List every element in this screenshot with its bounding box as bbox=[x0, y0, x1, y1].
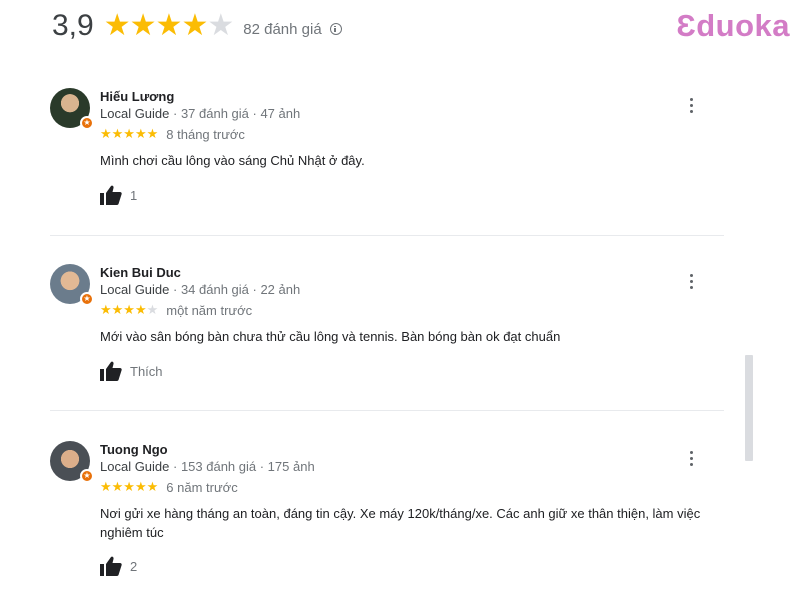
avatar[interactable]: ★ bbox=[50, 88, 94, 130]
avatar[interactable]: ★ bbox=[50, 264, 94, 306]
review-time: 6 năm trước bbox=[166, 479, 238, 495]
more-options-icon[interactable] bbox=[690, 98, 694, 114]
star-icon: ★ bbox=[129, 9, 157, 42]
star-icon: ★ bbox=[181, 9, 208, 42]
review-text: Mình chơi cầu lông vào sáng Chủ Nhật ở đ… bbox=[100, 153, 365, 168]
more-options-icon[interactable] bbox=[690, 274, 694, 290]
local-guide-label: Local Guide bbox=[100, 106, 170, 121]
scrollbar-thumb[interactable] bbox=[745, 355, 753, 461]
local-guide-badge-icon: ★ bbox=[80, 469, 94, 483]
reviewer-stats: · 153 đánh giá · 175 ảnh bbox=[169, 459, 315, 474]
more-options-icon[interactable] bbox=[690, 451, 694, 467]
reviewer-name[interactable]: Hiếu Lương bbox=[100, 88, 724, 105]
average-rating: 3,9 bbox=[52, 9, 94, 42]
reviewer-meta: Local Guide · 153 đánh giá · 175 ảnh bbox=[100, 458, 724, 475]
like-count: 2 bbox=[130, 558, 138, 574]
star-icon: ★ bbox=[103, 9, 131, 42]
review-rating: ★★★★★ 6 năm trước bbox=[100, 479, 724, 495]
reviewer-meta: Local Guide · 34 đánh giá · 22 ảnh bbox=[100, 281, 724, 298]
star-icon: ★★★★ bbox=[100, 302, 147, 317]
rating-stars: ★★★★★ bbox=[100, 302, 158, 318]
like-label: Thích bbox=[130, 363, 163, 379]
star-icon: ★★★★★ bbox=[100, 126, 159, 141]
reviewer-meta: Local Guide · 37 đánh giá · 47 ảnh bbox=[100, 105, 724, 122]
review-text: Nơi gửi xe hàng tháng an toàn, đáng tin … bbox=[100, 506, 701, 540]
like-button[interactable]: Thích bbox=[100, 361, 724, 381]
star-icon: ★ bbox=[155, 9, 183, 42]
reviewer-stats: · 37 đánh giá · 47 ảnh bbox=[169, 106, 301, 121]
review-time: một năm trước bbox=[166, 302, 253, 318]
local-guide-badge-icon: ★ bbox=[80, 292, 94, 306]
star-icon: ★★★★★ bbox=[100, 479, 159, 494]
star-empty-icon: ★ bbox=[146, 302, 159, 317]
rating-stars: ★★★★★ bbox=[100, 479, 158, 495]
local-guide-badge-icon: ★ bbox=[80, 116, 94, 130]
local-guide-label: Local Guide bbox=[100, 282, 170, 297]
info-icon[interactable] bbox=[329, 23, 342, 35]
star-empty-icon: ★ bbox=[207, 9, 234, 42]
review-rating: ★★★★★ một năm trước bbox=[100, 302, 724, 318]
thumbs-up-icon bbox=[100, 185, 122, 205]
local-guide-label: Local Guide bbox=[100, 459, 170, 474]
review-item: ★ Hiếu Lương Local Guide · 37 đánh giá ·… bbox=[50, 88, 724, 236]
reviews-page: 3,9 ★★★★★ 82 đánh giá Ɛduoka ★ Hiếu Lươn… bbox=[0, 0, 800, 600]
brand-logo: Ɛduoka bbox=[676, 8, 790, 43]
thumbs-up-icon bbox=[100, 361, 122, 381]
thumbs-up-icon bbox=[100, 556, 122, 576]
like-button[interactable]: 1 bbox=[100, 185, 724, 205]
reviewer-name[interactable]: Tuong Ngo bbox=[100, 441, 724, 458]
review-body: Tuong Ngo Local Guide · 153 đánh giá · 1… bbox=[100, 441, 724, 576]
review-text: Mới vào sân bóng bàn chưa thử cầu lông v… bbox=[100, 329, 561, 344]
rating-stars: ★★★★★ bbox=[100, 126, 158, 142]
review-body: Hiếu Lương Local Guide · 37 đánh giá · 4… bbox=[100, 88, 724, 205]
review-item: ★ Kien Bui Duc Local Guide · 34 đánh giá… bbox=[50, 264, 724, 411]
review-body: Kien Bui Duc Local Guide · 34 đánh giá ·… bbox=[100, 264, 724, 381]
reviewer-stats: · 34 đánh giá · 22 ảnh bbox=[169, 282, 301, 297]
review-time: 8 tháng trước bbox=[166, 126, 245, 142]
review-count[interactable]: 82 đánh giá bbox=[243, 21, 321, 38]
rating-stars: ★★★★★ bbox=[103, 8, 235, 44]
reviewer-name[interactable]: Kien Bui Duc bbox=[100, 264, 724, 281]
avatar[interactable]: ★ bbox=[50, 441, 94, 483]
rating-summary: 3,9 ★★★★★ 82 đánh giá bbox=[52, 8, 342, 44]
review-item: ★ Tuong Ngo Local Guide · 153 đánh giá ·… bbox=[50, 441, 724, 591]
like-count: 1 bbox=[130, 187, 138, 203]
review-rating: ★★★★★ 8 tháng trước bbox=[100, 126, 724, 142]
like-button[interactable]: 2 bbox=[100, 556, 724, 576]
